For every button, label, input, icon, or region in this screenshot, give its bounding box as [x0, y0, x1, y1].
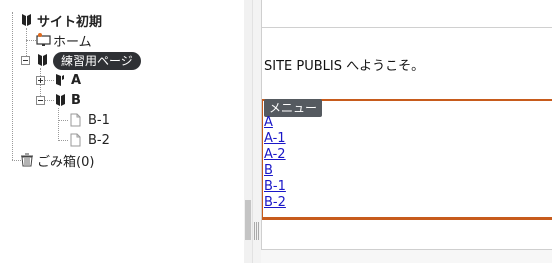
selected-node-label[interactable]: 練習用ページ — [53, 52, 141, 70]
tree-node-label: B-1 — [88, 112, 110, 128]
menu-link-a1[interactable]: A-1 — [264, 131, 286, 147]
tree-connector — [44, 80, 54, 81]
page-folder-icon — [54, 93, 68, 107]
tree-connector — [12, 12, 13, 160]
menu-block[interactable] — [262, 99, 552, 220]
tree-node-label: B-2 — [88, 132, 110, 148]
menu-link-a[interactable]: A — [264, 115, 273, 131]
tree-node-a[interactable]: A — [54, 70, 81, 90]
tree-node-label: サイト初期 — [37, 14, 103, 30]
splitter-grip[interactable] — [254, 222, 259, 240]
trash-icon — [20, 153, 34, 167]
tree-connector — [58, 120, 68, 121]
page-folder-icon — [54, 73, 68, 87]
tree-node-practice[interactable] — [36, 50, 50, 70]
expand-toggle[interactable] — [36, 76, 45, 85]
tree-node-b2[interactable]: B-2 — [68, 130, 110, 150]
tree-node-label: B — [71, 92, 81, 108]
site-tree: サイト初期 ホーム 練習用ページ A B B-1 B-2 ごみ箱(0) — [0, 0, 244, 263]
menu-link-a2[interactable]: A-2 — [264, 147, 286, 163]
menu-link-b2[interactable]: B-2 — [264, 195, 286, 211]
divider — [262, 27, 552, 28]
home-monitor-icon — [36, 33, 51, 47]
site-icon — [20, 13, 34, 27]
tree-node-home[interactable]: ホーム — [36, 30, 92, 50]
collapse-toggle[interactable] — [36, 96, 45, 105]
page-preview: SITE PUBLIS へようこそ。 メニュー A A-1 A-2 B B-1 … — [261, 0, 552, 250]
page-icon — [68, 113, 82, 127]
tree-scrollbar-thumb[interactable] — [245, 200, 251, 240]
content-bottom-margin — [261, 250, 552, 263]
tree-connector — [26, 40, 36, 41]
menu-link-b[interactable]: B — [264, 163, 273, 179]
tree-connector — [58, 108, 59, 141]
page-icon — [68, 133, 82, 147]
collapse-toggle[interactable] — [21, 56, 30, 65]
tree-node-root[interactable]: サイト初期 — [20, 10, 102, 30]
tree-node-label: ごみ箱(0) — [37, 154, 95, 170]
welcome-text: SITE PUBLIS へようこそ。 — [264, 59, 425, 74]
tree-node-label: A — [71, 72, 82, 88]
page-folder-icon — [36, 53, 50, 67]
tree-node-trash[interactable]: ごみ箱(0) — [20, 150, 94, 170]
menu-link-b1[interactable]: B-1 — [264, 179, 286, 195]
tree-node-b[interactable]: B — [54, 90, 81, 110]
tree-node-label: ホーム — [53, 34, 92, 50]
tree-node-b1[interactable]: B-1 — [68, 110, 110, 130]
tree-connector — [58, 140, 68, 141]
tree-connector — [44, 100, 54, 101]
